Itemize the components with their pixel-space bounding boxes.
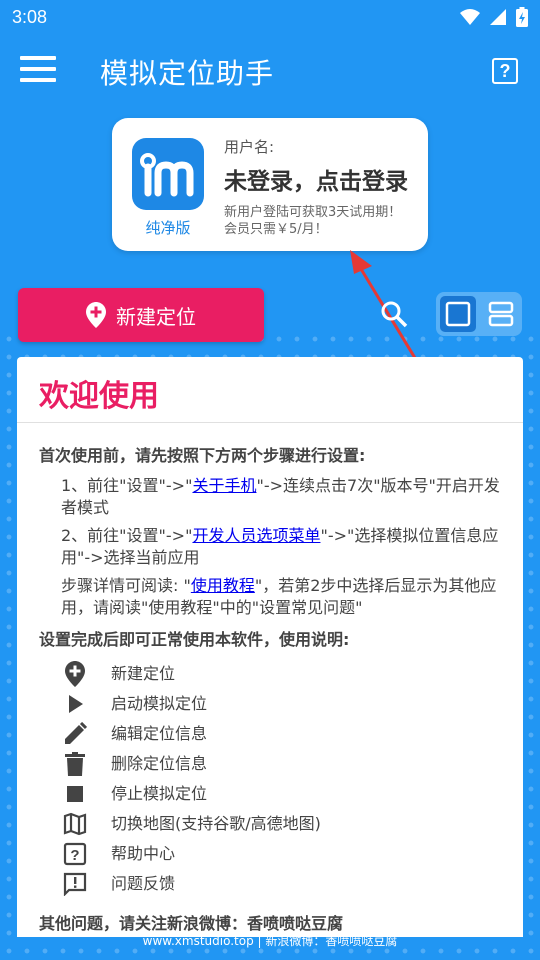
svg-text:?: ? — [70, 847, 79, 864]
app-logo — [132, 138, 204, 210]
login-prompt[interactable]: 未登录，点击登录 — [224, 162, 408, 196]
play-icon — [61, 690, 89, 718]
developer-options-link[interactable]: 开发人员选项菜单 — [192, 526, 320, 545]
list-item: 切换地图(支持谷歌/高德地图) — [61, 809, 501, 839]
function-list: 新建定位 启动模拟定位 编辑定位信息 删除定位信息 停止模拟定位 切换地图(支持… — [39, 659, 501, 899]
map-icon — [61, 810, 89, 838]
function-label: 帮助中心 — [111, 844, 176, 863]
battery-icon — [516, 7, 528, 27]
view-toggle[interactable] — [436, 292, 522, 336]
new-location-button[interactable]: 新建定位 — [18, 288, 264, 342]
wifi-icon — [460, 9, 480, 25]
usage-heading: 设置完成后即可正常使用本软件，使用说明: — [39, 630, 350, 649]
stop-icon — [61, 780, 89, 808]
app-title: 模拟定位助手 — [100, 57, 275, 90]
add-location-icon — [86, 302, 106, 328]
add-location-icon — [61, 660, 89, 688]
about-phone-link[interactable]: 关于手机 — [192, 476, 256, 495]
list-item: 停止模拟定位 — [61, 779, 501, 809]
status-time: 3:08 — [12, 6, 48, 27]
footer: www.xmstudio.top | 新浪微博：香喷喷哒豆腐 — [142, 934, 398, 948]
new-location-label: 新建定位 — [116, 304, 196, 329]
user-card[interactable]: 纯净版 用户名: 未登录，点击登录 新用户登陆可获取3天试用期！会员只需￥5/月… — [112, 118, 428, 251]
list-view-icon[interactable] — [483, 296, 519, 332]
step-details: 步骤详情可阅读: "使用教程"，若第2步中选择后显示为其他应用，请阅读"使用教程… — [61, 576, 497, 617]
edition-label: 纯净版 — [145, 219, 191, 237]
status-icons — [460, 7, 528, 27]
step-2: 2、前往"设置"->"开发人员选项菜单"->"选择模拟位置信息应用"->选择当前… — [61, 526, 499, 567]
function-label: 删除定位信息 — [111, 754, 208, 773]
search-icon[interactable] — [380, 300, 408, 328]
list-item: 新建定位 — [61, 659, 501, 689]
step-1: 1、前往"设置"->"关于手机"->连续点击7次"版本号"开启开发者模式 — [61, 476, 500, 517]
welcome-card: 欢迎使用 首次使用前，请先按照下方两个步骤进行设置: 1、前往"设置"->"关于… — [17, 357, 523, 937]
welcome-title: 欢迎使用 — [17, 357, 523, 423]
function-label: 启动模拟定位 — [111, 694, 208, 713]
list-item: 启动模拟定位 — [61, 689, 501, 719]
menu-icon[interactable] — [20, 56, 56, 86]
function-label: 停止模拟定位 — [111, 784, 208, 803]
function-label: 新建定位 — [111, 664, 176, 683]
welcome-content: 首次使用前，请先按照下方两个步骤进行设置: 1、前往"设置"->"关于手机"->… — [17, 423, 523, 935]
single-view-icon[interactable] — [439, 296, 476, 332]
list-item: ? 帮助中心 — [61, 839, 501, 869]
delete-icon — [61, 750, 89, 778]
edit-icon — [61, 720, 89, 748]
tutorial-link[interactable]: 使用教程 — [191, 576, 255, 595]
help-icon: ? — [61, 840, 89, 868]
function-label: 切换地图(支持谷歌/高德地图) — [111, 814, 321, 833]
list-item: 删除定位信息 — [61, 749, 501, 779]
function-label: 问题反馈 — [111, 874, 176, 893]
feedback-icon — [61, 870, 89, 898]
signal-icon — [490, 9, 506, 25]
username-label: 用户名: — [224, 138, 275, 156]
help-icon[interactable]: ? — [492, 58, 518, 84]
function-label: 编辑定位信息 — [111, 724, 208, 743]
list-item: 编辑定位信息 — [61, 719, 501, 749]
app-bar: 模拟定位助手 ? — [0, 40, 540, 102]
list-item: 问题反馈 — [61, 869, 501, 899]
status-bar: 3:08 — [0, 0, 540, 34]
setup-heading: 首次使用前，请先按照下方两个步骤进行设置: — [39, 446, 366, 465]
trial-info: 新用户登陆可获取3天试用期！会员只需￥5/月！ — [224, 205, 402, 237]
